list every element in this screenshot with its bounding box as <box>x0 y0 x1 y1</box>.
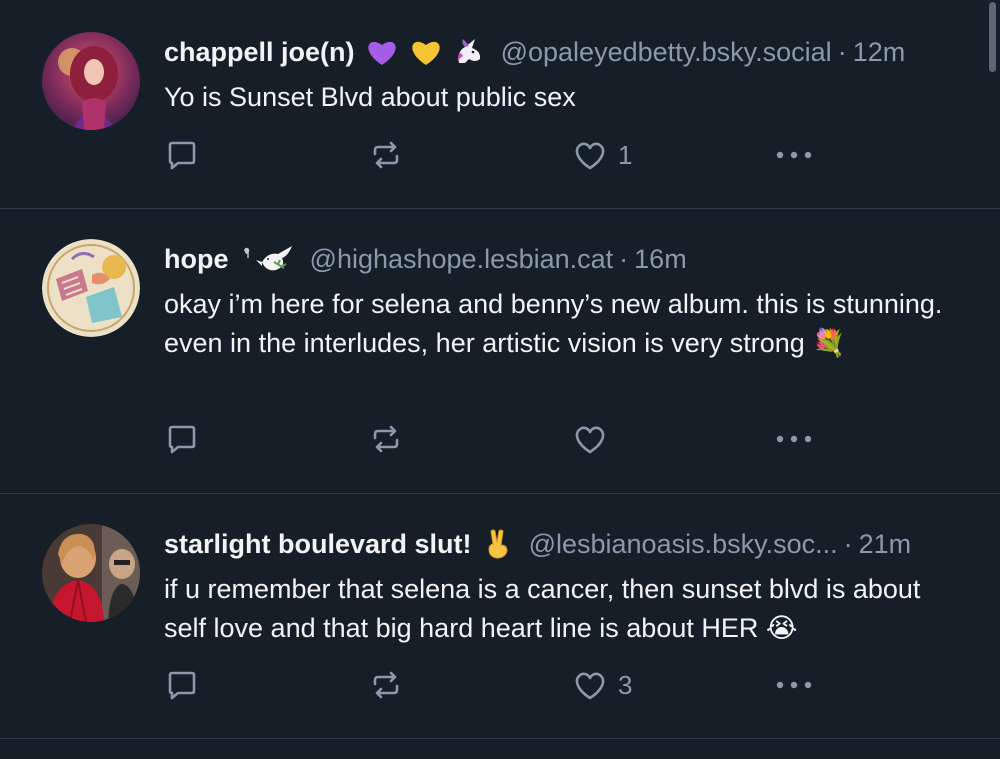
avatar-image <box>42 239 140 337</box>
more-icon <box>776 151 812 159</box>
scrollbar-thumb[interactable] <box>989 2 996 72</box>
repost-button[interactable] <box>368 135 404 175</box>
post[interactable]: starlight boulevard slut! @lesbianoasis.… <box>0 494 1000 739</box>
yellow-heart-icon <box>410 37 442 76</box>
timestamp[interactable]: 16m <box>634 244 687 274</box>
heart-icon <box>575 142 605 170</box>
reply-icon <box>168 671 196 700</box>
like-button[interactable]: 1 <box>572 135 632 175</box>
reply-icon <box>168 425 196 454</box>
purple-heart-icon <box>366 37 398 76</box>
post-text: if u remember that selena is a cancer, t… <box>164 574 921 643</box>
heart-icon <box>575 426 605 454</box>
post-feed: chappell joe(n) @opaleyedbetty.bsky.soci… <box>0 0 1000 759</box>
display-name[interactable]: chappell joe(n) <box>164 37 355 67</box>
like-button[interactable] <box>572 419 618 459</box>
post[interactable]: chappell joe(n) @opaleyedbetty.bsky.soci… <box>0 0 1000 209</box>
handle[interactable]: @lesbianoasis.bsky.soc... <box>529 529 838 559</box>
more-icon <box>776 435 812 443</box>
repost-icon <box>373 671 399 699</box>
post-text: okay i’m here for selena and benny’s new… <box>164 289 943 358</box>
more-options-button[interactable] <box>774 135 814 175</box>
repost-icon <box>373 425 399 453</box>
post-actions: 1 <box>164 135 824 175</box>
reply-icon <box>168 141 196 170</box>
more-icon <box>776 681 812 689</box>
post-text: Yo is Sunset Blvd about public sex <box>164 82 576 112</box>
avatar[interactable] <box>42 524 140 622</box>
avatar[interactable] <box>42 239 140 337</box>
reply-button[interactable] <box>164 419 200 459</box>
more-options-button[interactable] <box>774 665 814 705</box>
separator: · <box>619 244 629 274</box>
avatar-image <box>42 32 140 130</box>
more-options-button[interactable] <box>774 419 814 459</box>
handle[interactable]: @highashope.lesbian.cat <box>310 244 614 274</box>
reply-button[interactable] <box>164 135 200 175</box>
post-header: hope @highashope.lesbian.cat · 16m <box>164 241 964 283</box>
separator: · <box>837 37 847 67</box>
separator: · <box>843 529 853 559</box>
reply-button[interactable] <box>164 665 200 705</box>
repost-icon <box>373 141 399 169</box>
post-header: starlight boulevard slut! @lesbianoasis.… <box>164 526 964 568</box>
post-actions <box>164 419 824 459</box>
post-header: chappell joe(n) @opaleyedbetty.bsky.soci… <box>164 34 964 76</box>
timestamp[interactable]: 12m <box>853 37 906 67</box>
post[interactable]: hope @highashope.lesbian.cat · 16m okay i’… <box>0 209 1000 494</box>
scrollbar[interactable] <box>988 0 1000 759</box>
avatar[interactable] <box>42 32 140 130</box>
dove-icon <box>240 244 294 283</box>
avatar-image <box>42 524 140 622</box>
victory-hand-icon <box>483 527 513 568</box>
display-name[interactable]: starlight boulevard slut! <box>164 529 472 559</box>
unicorn-icon <box>453 37 485 76</box>
like-count: 3 <box>618 669 633 700</box>
repost-button[interactable] <box>368 419 404 459</box>
handle[interactable]: @opaleyedbetty.bsky.social <box>501 37 832 67</box>
repost-button[interactable] <box>368 665 404 705</box>
like-button[interactable]: 3 <box>572 665 632 705</box>
timestamp[interactable]: 21m <box>859 529 912 559</box>
like-count: 1 <box>618 139 633 170</box>
post-actions: 3 <box>164 665 824 705</box>
heart-icon <box>575 672 605 700</box>
display-name[interactable]: hope <box>164 244 229 274</box>
